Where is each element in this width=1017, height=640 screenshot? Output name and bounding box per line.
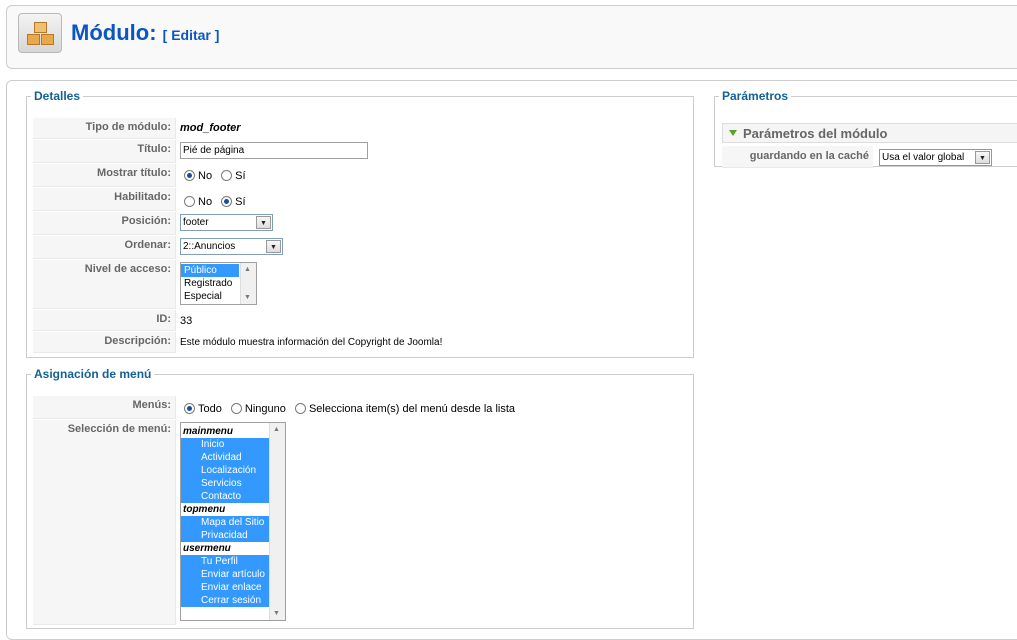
menus-label: Menús: [33,396,176,419]
cache-label: guardando en la caché [722,146,873,168]
habilitado-si-label: Sí [235,196,246,208]
menu-item-option[interactable]: Enviar artículo [181,568,269,581]
menu-item-option[interactable]: Privacidad [181,529,269,542]
titulo-label: Título: [33,140,176,163]
details-legend: Detalles [34,89,81,103]
expand-triangle-icon [729,130,737,136]
module-icon [18,13,62,53]
chevron-down-icon[interactable]: ▼ [256,216,271,229]
tipo-value: mod_footer [180,122,241,134]
posicion-label: Posición: [33,212,176,235]
page-subtitle: [ Editar ] [162,27,220,43]
menu-item-option[interactable]: Cerrar sesión [181,594,269,607]
mostrar-no-radio[interactable] [184,170,195,181]
posicion-value: footer [183,217,209,228]
descripcion-value: Este módulo muestra información del Copy… [180,337,443,348]
menu-selection-listbox[interactable]: mainmenu Inicio Actividad Localización Servi… [180,422,286,621]
menu-item-option[interactable]: Servicios [181,477,269,490]
menus-seleccion-radio[interactable] [294,403,306,414]
id-value: 33 [180,315,193,327]
chevron-down-icon[interactable]: ▼ [266,240,281,253]
scroll-up-icon[interactable]: ▲ [273,426,280,433]
ordenar-label: Ordenar: [33,236,176,259]
menu-item-option[interactable]: Localización [181,464,269,477]
habilitado-no-label: No [198,196,213,208]
acceso-listbox[interactable]: Público Registrado Especial ▲ ▼ [180,262,257,305]
details-fieldset: Detalles Tipo de módulo: mod_footer Títu… [26,89,694,358]
habilitado-si-radio[interactable] [221,196,233,207]
menu-item-option[interactable]: Contacto [181,490,269,503]
tipo-label: Tipo de módulo: [33,118,176,139]
menu-item-option[interactable]: Mapa del Sitio [181,516,269,529]
menus-ninguno-radio[interactable] [230,403,242,414]
acceso-label: Nivel de acceso: [33,260,176,309]
cache-select[interactable]: Usa el valor global ▼ [879,149,992,166]
mostrar-no-label: No [198,170,213,182]
menu-assignment-fieldset: Asignación de menú Menús: Todo Ninguno S… [26,367,694,629]
menus-ninguno-label: Ninguno [244,403,286,415]
posicion-select[interactable]: footer ▼ [180,214,273,231]
params-fieldset: Parámetros Parámetros del módulo guardan… [714,89,1017,168]
menus-seleccion-label: Selecciona item(s) del menú desde la lis… [308,403,516,415]
params-section-header[interactable]: Parámetros del módulo [722,123,1017,143]
mostrar-label: Mostrar título: [33,164,176,187]
menus-todo-radio[interactable] [184,403,195,414]
menu-item-option[interactable]: Actividad [181,451,269,464]
scrollbar[interactable]: ▲ ▼ [269,423,285,620]
ordenar-select[interactable]: 2::Anuncios ▼ [180,238,283,255]
mostrar-si-radio[interactable] [221,170,233,181]
cache-row: guardando en la caché Usa el valor globa… [722,146,1017,168]
menu-assignment-legend: Asignación de menú [34,367,152,381]
id-label: ID: [33,310,176,331]
params-section-title: Parámetros del módulo [743,126,888,141]
page-title: Módulo: [ Editar ] [71,20,220,45]
seleccion-label: Selección de menú: [33,420,176,625]
descripcion-label: Descripción: [33,332,176,353]
mostrar-si-label: Sí [235,170,246,182]
scroll-up-icon[interactable]: ▲ [244,266,251,273]
habilitado-label: Habilitado: [33,188,176,211]
menus-todo-label: Todo [198,403,222,415]
menu-item-option[interactable]: Tu Perfil [181,555,269,568]
params-legend: Parámetros [722,89,789,103]
chevron-down-icon[interactable]: ▼ [975,151,990,164]
details-table: Tipo de módulo: mod_footer Título: Mostr… [32,117,446,354]
menu-item-option[interactable]: Inicio [181,438,269,451]
scroll-down-icon[interactable]: ▼ [244,294,251,301]
scrollbar[interactable]: ▲ ▼ [240,263,256,304]
titulo-input[interactable] [180,142,368,159]
ordenar-value: 2::Anuncios [183,241,236,252]
habilitado-no-radio[interactable] [184,196,195,207]
menu-table: Menús: Todo Ninguno Selecciona item(s) d… [32,395,521,626]
cache-value: Usa el valor global [882,152,965,163]
acceso-option[interactable]: Público [181,264,239,277]
scroll-down-icon[interactable]: ▼ [273,610,280,617]
menu-item-option[interactable]: Enviar enlace [181,581,269,594]
